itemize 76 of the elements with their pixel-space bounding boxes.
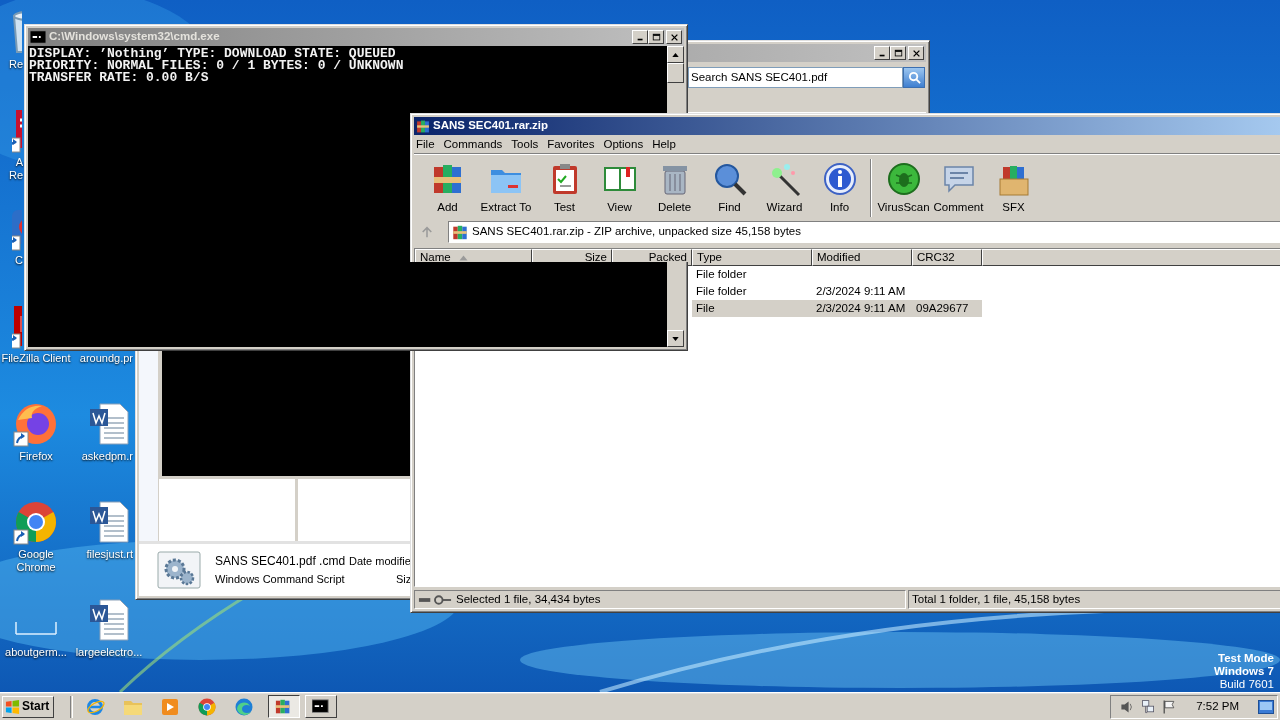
toolbar-button[interactable]: VirusScan: [876, 159, 931, 215]
list-row[interactable]: File 2/3/2024 9:11 AM 09A29677: [692, 300, 982, 317]
toolbar-button[interactable]: Comment: [931, 159, 986, 215]
column-header[interactable]: Type: [692, 249, 812, 266]
detail-label: Siz: [396, 573, 412, 587]
path-text: SANS SEC401.rar.zip - ZIP archive, unpacked size 45,158 bytes: [472, 225, 801, 239]
clock[interactable]: 7:52 PM: [1196, 699, 1239, 714]
icon-label: A Re: [8, 156, 23, 182]
menu-item[interactable]: Help: [650, 137, 680, 152]
column-header[interactable]: CRC32: [912, 249, 982, 266]
terminal-icon: [30, 29, 46, 45]
console-line: DISPLAY: ’Nothing’ TYPE: DOWNLOAD STATE: QUEUED: [29, 48, 397, 60]
toolbar-button[interactable]: SFX: [986, 159, 1041, 215]
system-notice: Build 7601: [1219, 678, 1274, 691]
toolbar-button[interactable]: Test: [537, 159, 592, 215]
menu-item[interactable]: Favorites: [545, 137, 599, 152]
network-icon[interactable]: [1140, 698, 1157, 715]
scroll-down-button[interactable]: [667, 330, 684, 347]
toolbar-button[interactable]: Wizard: [757, 159, 812, 215]
table-cell-text: File folder: [695, 267, 748, 282]
menu-item[interactable]: Tools: [509, 137, 543, 152]
search-field[interactable]: Search SANS SEC401.pdf: [688, 66, 903, 88]
archive-icon: [452, 223, 468, 241]
table-cell-text: File folder: [695, 284, 748, 299]
icon-label: aboutgerm...: [5, 646, 67, 659]
down-arrow-icon[interactable]: [672, 336, 679, 341]
table-cell-text: 2/3/2024 9:11 AM: [815, 284, 907, 299]
gear-icon: [157, 551, 201, 589]
icon-label: largeelectro...: [75, 646, 143, 659]
up-arrow-icon[interactable]: [672, 52, 679, 57]
key-icon: [418, 593, 452, 606]
toolbar-button[interactable]: Extract To: [475, 159, 537, 215]
system-notice: Test Mode: [1218, 652, 1274, 665]
toolbar-button[interactable]: Delete: [647, 159, 702, 215]
toolbar-button[interactable]: Find: [702, 159, 757, 215]
column-header[interactable]: Modified: [812, 249, 912, 266]
status-text: Selected 1 file, 34,434 bytes: [456, 592, 601, 607]
toolbar-button[interactable]: Add: [420, 159, 475, 215]
icon-label: C: [15, 254, 23, 267]
app-icon: [416, 118, 430, 134]
console-line: PRIORITY: NORMAL FILES: 0 / 1 BYTES: 0 / UNKNOWN: [29, 60, 405, 72]
terminal-icon[interactable]: [312, 697, 330, 716]
icon-label: Google Chrome: [16, 548, 56, 574]
bug-icon: [885, 161, 922, 197]
scroll-thumb[interactable]: [667, 63, 684, 83]
file-type: Windows Command Script: [215, 573, 345, 586]
taskbar-button[interactable]: [268, 695, 300, 718]
show-desktop-icon[interactable]: [1258, 699, 1274, 714]
toolbar-button[interactable]: View: [592, 159, 647, 215]
start-button[interactable]: Start: [2, 695, 54, 718]
table-cell-text: File: [695, 301, 716, 316]
list-row[interactable]: File folder 2/3/2024 9:11 AM: [692, 283, 982, 300]
scroll-up-button[interactable]: [667, 46, 684, 63]
console-line: TRANSFER RATE: 0.00 B/S: [29, 72, 210, 84]
menu-item[interactable]: Commands: [441, 137, 507, 152]
menu-item[interactable]: File: [414, 137, 439, 152]
icon-label: Re: [8, 58, 23, 71]
info-icon: [821, 161, 858, 197]
toolbar-button[interactable]: Info: [812, 159, 867, 215]
icon-label: FileZilla Client: [1, 352, 71, 365]
detail-label: Date modifie: [349, 554, 411, 568]
path-field[interactable]: SANS SEC401.rar.zip - ZIP archive, unpacked size 45,158 bytes: [448, 221, 1280, 243]
file-name: SANS SEC401.pdf .cmd: [215, 553, 346, 568]
table-cell-text: 2/3/2024 9:11 AM: [815, 301, 907, 316]
icon-label: filesjust.rt: [86, 548, 133, 561]
icon-label: aroundg.pr: [79, 352, 133, 365]
window-title: C:\Windows\system32\cmd.exe: [49, 30, 220, 44]
status-text: Total 1 folder, 1 file, 45,158 bytes: [912, 592, 1081, 607]
icon-label: askedpm.r: [81, 450, 133, 463]
menu-item[interactable]: Options: [601, 137, 648, 152]
table-cell-text: 09A29677: [915, 301, 970, 316]
system-notice: Windows 7: [1214, 665, 1274, 678]
sort-arrow-icon: [458, 254, 468, 261]
icon-label: Firefox: [19, 450, 53, 463]
list-row[interactable]: File folder: [692, 266, 982, 283]
window-title: SANS SEC401.rar.zip: [433, 119, 549, 133]
